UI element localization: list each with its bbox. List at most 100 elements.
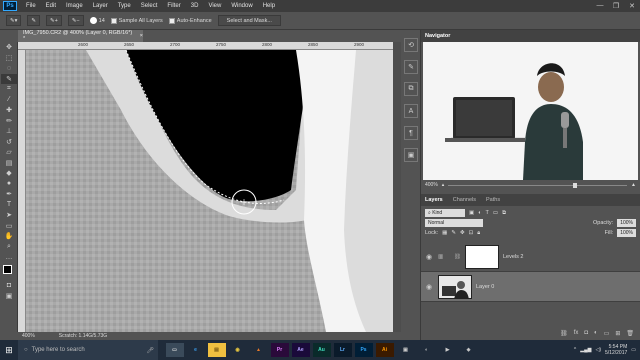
minimize-button[interactable]: —: [592, 2, 608, 10]
layer-name[interactable]: Levels 2: [503, 254, 524, 260]
lock-paint-icon[interactable]: ✎: [451, 230, 456, 236]
taskbar-app-icon[interactable]: ◈: [459, 343, 478, 357]
close-window-button[interactable]: ✕: [624, 2, 640, 10]
lock-pixels-icon[interactable]: ▦: [442, 230, 447, 236]
tab-paths[interactable]: Paths: [486, 197, 500, 203]
crop-tool-icon[interactable]: ⌗: [1, 84, 17, 95]
document-canvas[interactable]: [26, 50, 393, 332]
eyedropper-tool-icon[interactable]: ⁄: [1, 95, 17, 106]
quick-select-tool-preset[interactable]: ✎▾: [6, 15, 22, 26]
lasso-tool-icon[interactable]: ◌: [1, 63, 17, 74]
opacity-input[interactable]: 100%: [617, 219, 636, 227]
zoom-slider-handle[interactable]: [573, 182, 578, 188]
color-swatches[interactable]: [1, 263, 17, 281]
rectangle-tool-icon[interactable]: ▭: [1, 221, 17, 232]
menu-select[interactable]: Select: [136, 3, 163, 9]
paragraph-panel-icon[interactable]: ¶: [404, 126, 418, 140]
new-group-icon[interactable]: ▭: [604, 330, 610, 338]
tab-navigator[interactable]: Navigator: [425, 33, 450, 39]
taskbar-app-icon[interactable]: ▶: [438, 343, 457, 357]
taskbar-app-icon[interactable]: ▤: [207, 343, 226, 357]
brush-tool-icon[interactable]: ✏: [1, 116, 17, 127]
notifications-icon[interactable]: ▭: [631, 347, 636, 353]
marquee-tool-icon[interactable]: ⬚: [1, 53, 17, 64]
new-layer-icon[interactable]: ⊞: [615, 330, 620, 338]
healing-brush-tool-icon[interactable]: ✚: [1, 105, 17, 116]
clone-source-icon[interactable]: ⧉: [404, 82, 418, 96]
quick-selection-tool-icon[interactable]: ✎: [1, 73, 17, 84]
auto-enhance-checkbox[interactable]: Auto-Enhance: [168, 17, 212, 24]
path-selection-tool-icon[interactable]: ➤: [1, 210, 17, 221]
taskbar-app-icon[interactable]: Ps: [354, 343, 373, 357]
taskbar-search[interactable]: ○ Type here to search 🎤︎: [18, 340, 158, 360]
lock-position-icon[interactable]: ✥: [460, 230, 465, 236]
taskbar-app-icon[interactable]: ▣: [396, 343, 415, 357]
more-tools-icon[interactable]: …: [1, 252, 17, 263]
taskbar-app-icon[interactable]: Ae: [291, 343, 310, 357]
taskbar-app-icon[interactable]: Ai: [375, 343, 394, 357]
menu-type[interactable]: Type: [113, 3, 136, 9]
type-filter-icon[interactable]: T: [486, 210, 489, 216]
screen-mode-icon[interactable]: ▣: [1, 291, 17, 302]
adjustment-filter-icon[interactable]: ◐: [478, 210, 481, 216]
dodge-tool-icon[interactable]: ●: [1, 179, 17, 190]
taskbar-app-icon[interactable]: Lr: [333, 343, 352, 357]
smart-object-filter-icon[interactable]: ⧉: [502, 210, 506, 217]
eraser-tool-icon[interactable]: ▱: [1, 147, 17, 158]
pixel-filter-icon[interactable]: ▣: [469, 210, 474, 216]
delete-layer-icon[interactable]: 🗑︎: [626, 330, 634, 338]
move-tool-icon[interactable]: ✥: [1, 42, 17, 53]
menu-layer[interactable]: Layer: [88, 3, 113, 9]
microphone-icon[interactable]: 🎤︎: [146, 347, 154, 354]
brush-panel-icon[interactable]: ✎: [404, 60, 418, 74]
document-tab[interactable]: IMG_7950.CR2 @ 400% (Layer 0, RGB/16*) *…: [18, 30, 143, 42]
restore-button[interactable]: ❐: [608, 2, 624, 10]
sample-all-layers-checkbox[interactable]: Sample All Layers: [110, 17, 163, 24]
layer-name[interactable]: Layer 0: [476, 284, 494, 290]
menu-help[interactable]: Help: [258, 3, 280, 9]
gradient-tool-icon[interactable]: ▤: [1, 158, 17, 169]
history-brush-tool-icon[interactable]: ↺: [1, 137, 17, 148]
layer-row-layer0[interactable]: ◉ Layer 0: [421, 272, 640, 302]
lock-artboard-icon[interactable]: ⊡: [469, 230, 474, 236]
menu-file[interactable]: File: [21, 3, 41, 9]
navigator-preview[interactable]: [423, 42, 638, 180]
eye-icon[interactable]: ◉: [424, 283, 434, 291]
new-adjustment-icon[interactable]: ◐: [594, 330, 598, 338]
tray-arrow-icon[interactable]: ^: [574, 347, 576, 353]
menu-3d[interactable]: 3D: [186, 3, 204, 9]
add-mask-icon[interactable]: ◘: [584, 330, 588, 338]
clock[interactable]: 5:54 PM 5/12/2017: [605, 344, 627, 356]
new-selection-button[interactable]: ✎: [27, 15, 40, 26]
blend-mode-select[interactable]: Normal: [425, 219, 483, 227]
subtract-from-selection-button[interactable]: ✎−: [67, 15, 84, 26]
layer-mask-thumbnail[interactable]: [464, 244, 499, 269]
taskbar-app-icon[interactable]: ▭: [165, 343, 184, 357]
start-button[interactable]: ⊞: [0, 340, 18, 360]
tab-channels[interactable]: Channels: [453, 197, 476, 203]
eye-icon[interactable]: ◉: [424, 253, 434, 261]
menu-edit[interactable]: Edit: [41, 3, 61, 9]
shape-filter-icon[interactable]: ▭: [493, 210, 498, 216]
layer-thumbnail[interactable]: [438, 274, 472, 299]
zoom-out-icon[interactable]: ▴: [442, 182, 445, 188]
select-and-mask-button[interactable]: Select and Mask...: [217, 15, 281, 26]
type-tool-icon[interactable]: T: [1, 200, 17, 211]
fill-input[interactable]: 100%: [617, 229, 636, 237]
fx-icon[interactable]: fx: [574, 330, 579, 338]
menu-view[interactable]: View: [203, 3, 226, 9]
tab-layers[interactable]: Layers: [425, 197, 443, 203]
menu-image[interactable]: Image: [61, 3, 88, 9]
taskbar-app-icon[interactable]: Au: [312, 343, 331, 357]
add-to-selection-button[interactable]: ✎+: [45, 15, 62, 26]
network-icon[interactable]: ▂▄▆: [580, 347, 591, 353]
taskbar-app-icon[interactable]: Pr: [270, 343, 289, 357]
brush-size-picker[interactable]: 14: [89, 17, 105, 24]
zoom-tool-icon[interactable]: ⌕: [1, 242, 17, 253]
close-tab-icon[interactable]: ×: [140, 33, 143, 39]
history-panel-icon[interactable]: ⟲: [404, 38, 418, 52]
menu-window[interactable]: Window: [226, 3, 257, 9]
clone-stamp-tool-icon[interactable]: ⊥: [1, 126, 17, 137]
zoom-slider[interactable]: [448, 182, 628, 188]
link-layers-icon[interactable]: ⛓: [560, 330, 568, 338]
